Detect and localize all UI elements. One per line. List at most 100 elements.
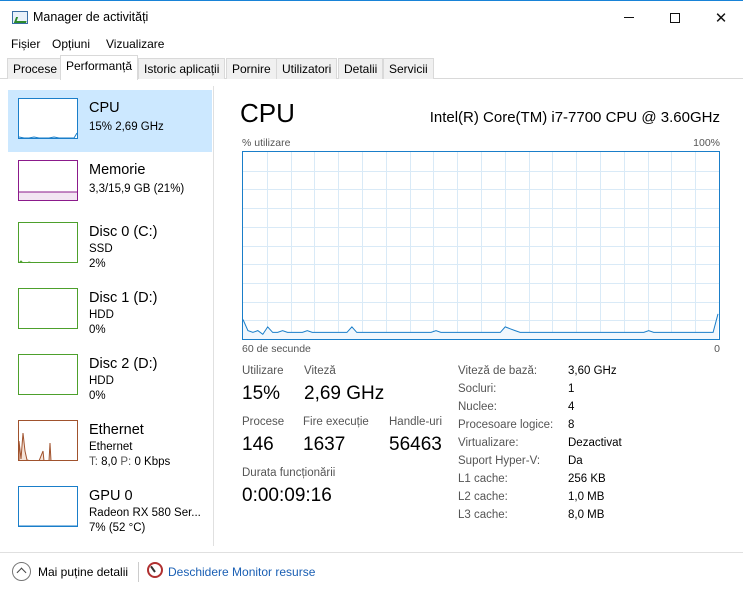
minimize-icon bbox=[624, 17, 634, 18]
handles-label: Handle-uri bbox=[389, 416, 443, 428]
spec-label: Viteză de bază: bbox=[458, 365, 538, 377]
uptime-value: 0:00:09:16 bbox=[242, 485, 332, 506]
resource-sidebar: CPU 15% 2,69 GHz Memorie 3,3/15,9 GB (21… bbox=[0, 86, 214, 546]
tab-startup[interactable]: Pornire bbox=[226, 58, 277, 79]
cpu-utilization-graph bbox=[242, 151, 720, 340]
receive-label: P: bbox=[120, 456, 132, 468]
sidebar-item-ethernet[interactable]: Ethernet Ethernet T: 8,0 P: 0 Kbps bbox=[8, 412, 212, 474]
spec-value: 8,0 MB bbox=[568, 509, 605, 521]
threads-value: 1637 bbox=[303, 434, 346, 455]
graph-time-label: 60 de secunde bbox=[242, 343, 311, 355]
sidebar-item-detail: 0% bbox=[89, 390, 106, 402]
memory-thumbnail-graph bbox=[18, 160, 78, 201]
cpu-graph-canvas bbox=[242, 152, 719, 339]
spec-value: 1,0 MB bbox=[568, 491, 605, 503]
sidebar-item-detail: 0% bbox=[89, 324, 106, 336]
graph-axis-min: 0 bbox=[714, 343, 720, 355]
page-title: CPU bbox=[240, 98, 295, 128]
sidebar-item-type: SSD bbox=[89, 243, 113, 255]
sidebar-item-detail: 3,3/15,9 GB (21%) bbox=[89, 183, 185, 195]
spec-value: 256 KB bbox=[568, 473, 606, 485]
sidebar-item-title: Disc 2 (D:) bbox=[89, 356, 158, 372]
disk0-thumbnail-graph bbox=[18, 222, 78, 263]
speed-label: Viteză bbox=[304, 365, 336, 377]
maximize-button[interactable] bbox=[651, 1, 699, 34]
spec-value: 1 bbox=[568, 383, 575, 395]
ethernet-thumbnail-graph bbox=[18, 420, 78, 461]
spec-value: Dezactivat bbox=[568, 437, 622, 449]
sidebar-item-disk2[interactable]: Disc 2 (D:) HDD 0% bbox=[8, 346, 212, 408]
footer-bar: Mai puține detalii Deschidere Monitor re… bbox=[0, 552, 743, 593]
spec-label: Nuclee: bbox=[458, 401, 497, 413]
threads-label: Fire execuție bbox=[303, 416, 369, 428]
title-bar: Manager de activități ✕ bbox=[0, 0, 743, 33]
disk1-thumbnail-graph bbox=[18, 288, 78, 329]
sidebar-item-title: Memorie bbox=[89, 162, 146, 178]
menu-view[interactable]: Vizualizare bbox=[106, 37, 164, 51]
tab-app-history[interactable]: Istoric aplicații bbox=[138, 58, 226, 79]
send-label: T: bbox=[89, 456, 98, 468]
resource-monitor-icon bbox=[147, 562, 163, 578]
close-icon: ✕ bbox=[714, 9, 728, 27]
processes-value: 146 bbox=[242, 434, 274, 455]
sidebar-item-gpu[interactable]: GPU 0 Radeon RX 580 Ser... 7% (52 °C) bbox=[8, 478, 212, 540]
chevron-up-icon[interactable] bbox=[12, 562, 31, 581]
tab-details[interactable]: Detalii bbox=[338, 58, 384, 79]
cpu-model-name: Intel(R) Core(TM) i7-7700 CPU @ 3.60GHz bbox=[429, 109, 720, 126]
gpu-thumbnail-graph bbox=[18, 486, 78, 527]
uptime-label: Durata funcționării bbox=[242, 467, 336, 479]
graph-axis-max: 100% bbox=[693, 137, 720, 149]
sidebar-item-title: GPU 0 bbox=[89, 488, 133, 504]
sidebar-item-cpu[interactable]: CPU 15% 2,69 GHz bbox=[8, 90, 212, 152]
speed-value: 2,69 GHz bbox=[304, 383, 385, 404]
menu-file[interactable]: Fișier bbox=[11, 37, 40, 51]
sidebar-item-disk1[interactable]: Disc 1 (D:) HDD 0% bbox=[8, 280, 212, 342]
sidebar-item-detail: 15% 2,69 GHz bbox=[89, 121, 164, 133]
spec-value: 8 bbox=[568, 419, 575, 431]
sidebar-item-title: Disc 1 (D:) bbox=[89, 290, 158, 306]
spec-label: Virtualizare: bbox=[458, 437, 519, 449]
handles-value: 56463 bbox=[389, 434, 442, 455]
tab-users[interactable]: Utilizatori bbox=[276, 58, 338, 79]
sidebar-item-title: Ethernet bbox=[89, 422, 144, 438]
sidebar-item-disk0[interactable]: Disc 0 (C:) SSD 2% bbox=[8, 214, 212, 276]
processes-label: Procese bbox=[242, 416, 285, 428]
tab-performance[interactable]: Performanță bbox=[60, 55, 139, 80]
sidebar-item-detail: 7% (52 °C) bbox=[89, 522, 146, 534]
footer-divider bbox=[138, 562, 139, 582]
spec-value: 4 bbox=[568, 401, 575, 413]
spec-label: Suport Hyper-V: bbox=[458, 455, 541, 467]
cpu-thumbnail-graph bbox=[18, 98, 78, 139]
menu-options[interactable]: Opțiuni bbox=[52, 37, 90, 51]
tab-services[interactable]: Servicii bbox=[383, 58, 434, 79]
sidebar-item-title: Disc 0 (C:) bbox=[89, 224, 158, 240]
spec-value: Da bbox=[568, 455, 583, 467]
sidebar-item-memory[interactable]: Memorie 3,3/15,9 GB (21%) bbox=[8, 152, 212, 214]
open-resource-monitor-link[interactable]: Deschidere Monitor resurse bbox=[168, 565, 315, 579]
maximize-icon bbox=[670, 12, 680, 23]
sidebar-item-title: CPU bbox=[89, 100, 120, 116]
spec-value: 3,60 GHz bbox=[568, 365, 617, 377]
sidebar-item-type: HDD bbox=[89, 375, 114, 387]
spec-label: Procesoare logice: bbox=[458, 419, 554, 431]
receive-value: 0 Kbps bbox=[134, 456, 171, 468]
spec-label: L3 cache: bbox=[458, 509, 508, 521]
close-button[interactable]: ✕ bbox=[697, 1, 743, 34]
send-value: 8,0 bbox=[101, 456, 118, 468]
task-manager-icon bbox=[12, 11, 28, 24]
utilization-value: 15% bbox=[242, 383, 281, 404]
fewer-details-link[interactable]: Mai puține detalii bbox=[38, 565, 128, 579]
graph-axis-label: % utilizare bbox=[242, 137, 291, 149]
window-title: Manager de activități bbox=[33, 10, 149, 24]
spec-label: L1 cache: bbox=[458, 473, 508, 485]
disk2-thumbnail-graph bbox=[18, 354, 78, 395]
tab-processes[interactable]: Procese bbox=[7, 58, 64, 79]
sidebar-item-type: Radeon RX 580 Ser... bbox=[89, 507, 201, 519]
menu-bar: Fișier Opțiuni Vizualizare bbox=[0, 33, 743, 55]
tab-bar: Procese Performanță Istoric aplicații Po… bbox=[0, 55, 743, 80]
minimize-button[interactable] bbox=[605, 1, 653, 34]
sidebar-item-type: Ethernet bbox=[89, 441, 133, 453]
utilization-label: Utilizare bbox=[242, 365, 284, 377]
spec-label: Socluri: bbox=[458, 383, 497, 395]
sidebar-item-detail: 2% bbox=[89, 258, 106, 270]
